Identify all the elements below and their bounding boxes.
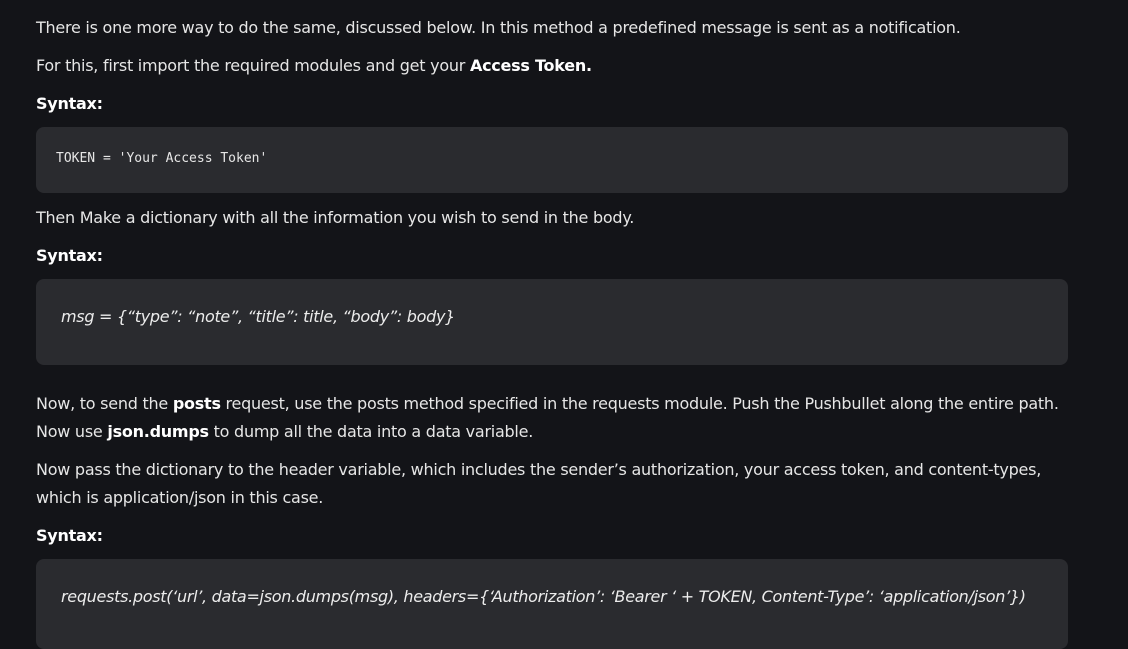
- paragraph-dictionary: Then Make a dictionary with all the info…: [36, 204, 1076, 232]
- paragraph-posts-text-c: to dump all the data into a data variabl…: [208, 422, 534, 441]
- paragraph-intro: There is one more way to do the same, di…: [36, 14, 1076, 42]
- paragraph-dictionary-text: Then Make a dictionary with all the info…: [36, 208, 635, 227]
- paragraph-access-token: For this, first import the required modu…: [36, 52, 1076, 80]
- paragraph-posts-request: Now, to send the posts request, use the …: [36, 390, 1076, 446]
- paragraph-header-text: Now pass the dictionary to the header va…: [36, 460, 1042, 507]
- syntax-heading-3: Syntax:: [36, 526, 103, 545]
- code-token-line: TOKEN = 'Your Access Token': [56, 151, 268, 166]
- paragraph-intro-text: There is one more way to do the same, di…: [36, 18, 961, 37]
- code-request-line: requests.post(‘url’, data=json.dumps(msg…: [61, 587, 1026, 606]
- paragraph-header-variable: Now pass the dictionary to the header va…: [36, 456, 1076, 512]
- article-content: There is one more way to do the same, di…: [0, 0, 1128, 649]
- access-token-emphasis: Access Token.: [469, 56, 592, 75]
- syntax-heading-1: Syntax:: [36, 94, 103, 113]
- paragraph-posts-text-a: Now, to send the: [36, 394, 173, 413]
- syntax-heading-2: Syntax:: [36, 246, 103, 265]
- code-msg-line: msg = {“type”: “note”, “title”: title, “…: [61, 307, 455, 326]
- paragraph-access-token-text: For this, first import the required modu…: [36, 56, 470, 75]
- code-block-token: TOKEN = 'Your Access Token': [36, 127, 1068, 193]
- code-block-msg: msg = {“type”: “note”, “title”: title, “…: [36, 279, 1068, 365]
- code-block-request: requests.post(‘url’, data=json.dumps(msg…: [36, 559, 1068, 649]
- json-dumps-emphasis: json.dumps: [107, 422, 209, 441]
- posts-emphasis: posts: [172, 394, 221, 413]
